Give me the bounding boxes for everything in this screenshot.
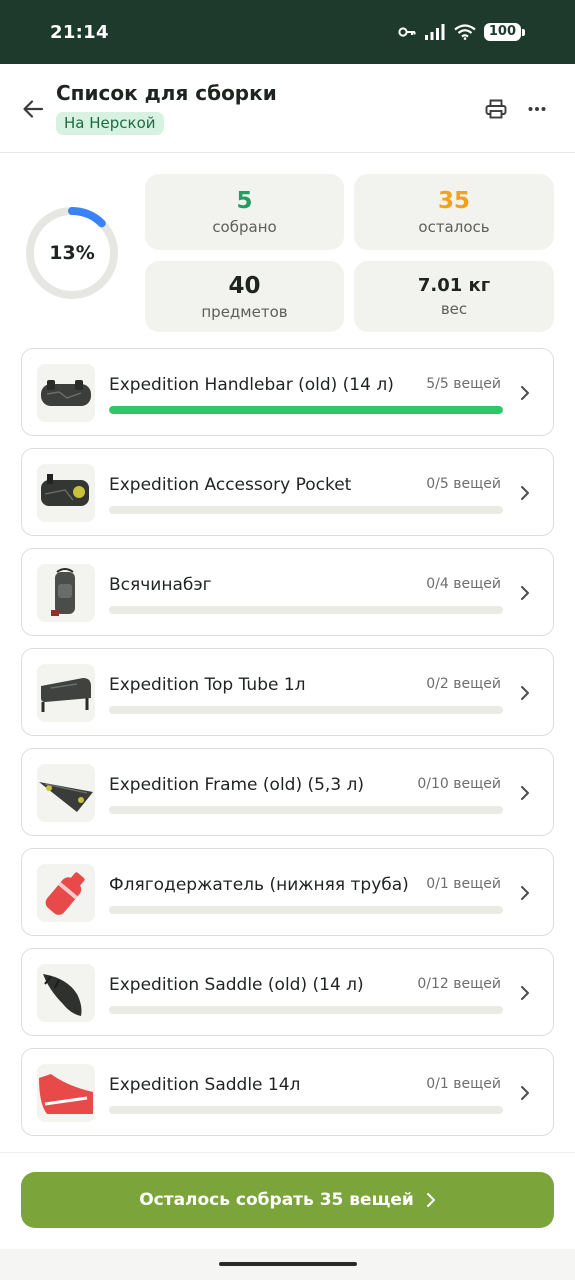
arrow-left-icon <box>23 100 44 118</box>
signal-icon <box>424 24 446 40</box>
bag-name: Expedition Saddle (old) (14 л) <box>109 975 364 995</box>
bag-name: Флягодержатель (нижняя труба) <box>109 875 409 895</box>
stat-remaining-label: осталось <box>418 218 490 236</box>
chevron-right-icon <box>426 1193 435 1207</box>
saddle-bag-red-icon <box>37 1064 95 1122</box>
bag-name: Expedition Handlebar (old) (14 л) <box>109 375 394 395</box>
bag-card[interactable]: Expedition Saddle (old) (14 л) 0/12 веще… <box>21 948 554 1036</box>
chevron-right-icon <box>517 383 533 403</box>
chevron-right-icon <box>517 683 533 703</box>
bag-card[interactable]: Expedition Handlebar (old) (14 л) 5/5 ве… <box>21 348 554 436</box>
top-tube-bag-icon <box>37 664 95 722</box>
page-title: Список для сборки <box>56 81 277 105</box>
chevron-right-icon <box>517 483 533 503</box>
print-button[interactable] <box>480 94 512 124</box>
stat-weight-value: 7.01 кг <box>417 274 491 296</box>
bag-name: Всячинабэг <box>109 575 212 595</box>
status-time: 21:14 <box>50 21 109 43</box>
bag-count: 0/5 вещей <box>426 476 501 492</box>
status-icons: 100 <box>398 23 525 41</box>
more-options-button[interactable] <box>522 94 552 124</box>
app-header: Список для сборки На Нерской <box>0 64 575 153</box>
bag-name: Expedition Top Tube 1л <box>109 675 306 695</box>
bag-progress-track <box>109 1006 503 1014</box>
chevron-right-icon <box>517 983 533 1003</box>
stat-total-value: 40 <box>228 272 261 299</box>
bag-card[interactable]: Флягодержатель (нижняя труба) 0/1 вещей <box>21 848 554 936</box>
stat-total-label: предметов <box>201 302 288 321</box>
bag-count: 5/5 вещей <box>426 376 501 392</box>
accessory-pocket-icon <box>37 464 95 522</box>
status-bar: 21:14 100 <box>0 0 575 64</box>
key-icon <box>398 26 416 38</box>
collect-button-label: Осталось собрать 35 вещей <box>139 1190 414 1210</box>
bag-name: Expedition Saddle 14л <box>109 1075 301 1095</box>
chevron-right-icon <box>517 883 533 903</box>
collect-remaining-button[interactable]: Осталось собрать 35 вещей <box>21 1172 554 1228</box>
bag-count: 0/12 вещей <box>417 976 501 992</box>
bag-card[interactable]: Всячинабэг 0/4 вещей <box>21 548 554 636</box>
bag-name: Expedition Accessory Pocket <box>109 475 352 495</box>
handlebar-bag-icon <box>37 364 95 422</box>
stat-remaining: 35 осталось <box>354 174 554 250</box>
stat-collected: 5 собрано <box>145 174 344 250</box>
wifi-icon <box>454 24 476 40</box>
bag-progress-track <box>109 906 503 914</box>
chevron-right-icon <box>517 583 533 603</box>
stat-weight: 7.01 кг вес <box>354 261 554 332</box>
bag-card[interactable]: Expedition Saddle 14л 0/1 вещей <box>21 1048 554 1136</box>
bag-card[interactable]: Expedition Frame (old) (5,3 л) 0/10 веще… <box>21 748 554 836</box>
bag-progress-track <box>109 1106 503 1114</box>
chevron-right-icon <box>517 783 533 803</box>
bag-progress-track <box>109 706 503 714</box>
stat-weight-label: вес <box>440 299 468 318</box>
progress-percent: 13% <box>49 242 95 264</box>
frame-bag-icon <box>37 764 95 822</box>
location-badge[interactable]: На Нерской <box>56 112 164 135</box>
stat-collected-value: 5 <box>236 188 253 214</box>
bag-name: Expedition Frame (old) (5,3 л) <box>109 775 365 795</box>
battery-indicator: 100 <box>483 23 525 41</box>
chevron-right-icon <box>517 1083 533 1103</box>
saddle-bag-icon <box>37 964 95 1022</box>
battery-tip <box>522 28 525 36</box>
bag-progress-track <box>109 406 503 414</box>
bag-count: 0/10 вещей <box>417 776 501 792</box>
stat-collected-label: собрано <box>212 218 277 236</box>
bag-count: 0/1 вещей <box>426 1076 501 1092</box>
bag-progress-fill <box>109 406 503 414</box>
bag-count: 0/2 вещей <box>426 676 501 692</box>
bag-card[interactable]: Expedition Accessory Pocket 0/5 вещей <box>21 448 554 536</box>
backpack-icon <box>37 564 95 622</box>
stat-total: 40 предметов <box>145 261 344 332</box>
stat-remaining-value: 35 <box>437 188 470 214</box>
more-horizontal-icon <box>528 107 546 111</box>
printer-icon <box>485 99 507 119</box>
bag-progress-track <box>109 806 503 814</box>
bottle-icon <box>37 864 95 922</box>
bag-progress-track <box>109 606 503 614</box>
bag-count: 0/4 вещей <box>426 576 501 592</box>
battery-level: 100 <box>483 23 521 41</box>
bag-progress-track <box>109 506 503 514</box>
home-indicator[interactable] <box>219 1262 357 1266</box>
back-button[interactable] <box>18 94 48 124</box>
bag-card[interactable]: Expedition Top Tube 1л 0/2 вещей <box>21 648 554 736</box>
bag-count: 0/1 вещей <box>426 876 501 892</box>
